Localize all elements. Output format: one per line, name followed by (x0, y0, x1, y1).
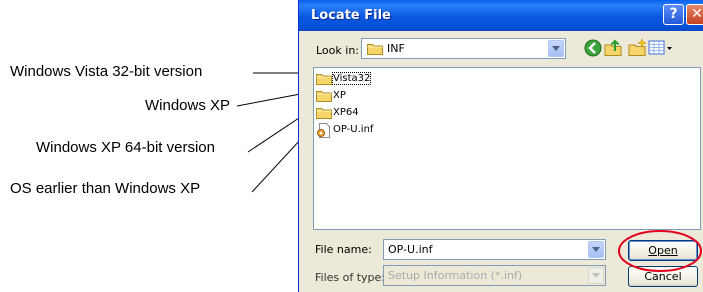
view-menu-icon[interactable] (647, 38, 675, 58)
file-list[interactable]: Vista32 XP XP64 OP-U.inf (313, 67, 701, 230)
help-button[interactable]: ? (663, 4, 684, 25)
chevron-down-icon[interactable] (588, 241, 604, 258)
annotation-vista32: Windows Vista 32-bit version (10, 63, 203, 80)
folder-icon (367, 44, 383, 55)
look-in-dropdown[interactable]: INF (361, 38, 566, 59)
title-bar[interactable]: Locate File ? ✕ (299, 0, 703, 31)
look-in-value: INF (387, 42, 405, 55)
folder-icon (316, 74, 332, 85)
folder-icon (316, 91, 332, 102)
open-button[interactable]: Open (628, 240, 698, 261)
chevron-down-icon[interactable] (548, 40, 564, 57)
chevron-down-icon (588, 267, 604, 284)
annotation-older-os: OS earlier than Windows XP (10, 180, 201, 197)
file-name-label: File name: (315, 243, 372, 256)
file-name-field[interactable]: OP-U.inf (383, 239, 606, 260)
annotation-xp64: Windows XP 64-bit version (36, 139, 215, 156)
files-of-type-value: Setup Information (*.inf) (388, 269, 523, 282)
file-name-value: OP-U.inf (388, 243, 433, 256)
annotation-xp: Windows XP (145, 97, 231, 114)
files-of-type-label: Files of type: (315, 271, 386, 284)
locate-file-dialog: Locate File ? ✕ Look in: INF Vista32 XP … (298, 0, 703, 292)
dialog-title: Locate File (311, 8, 391, 23)
cancel-button[interactable]: Cancel (628, 266, 698, 287)
files-of-type-dropdown: Setup Information (*.inf) (383, 265, 606, 286)
setup-information-file-icon (317, 123, 330, 138)
folder-icon (316, 108, 332, 119)
new-folder-icon[interactable] (627, 38, 647, 58)
close-button[interactable]: ✕ (686, 4, 703, 25)
up-folder-icon[interactable] (603, 38, 623, 58)
look-in-label: Look in: (316, 44, 359, 57)
back-icon[interactable] (583, 38, 603, 58)
